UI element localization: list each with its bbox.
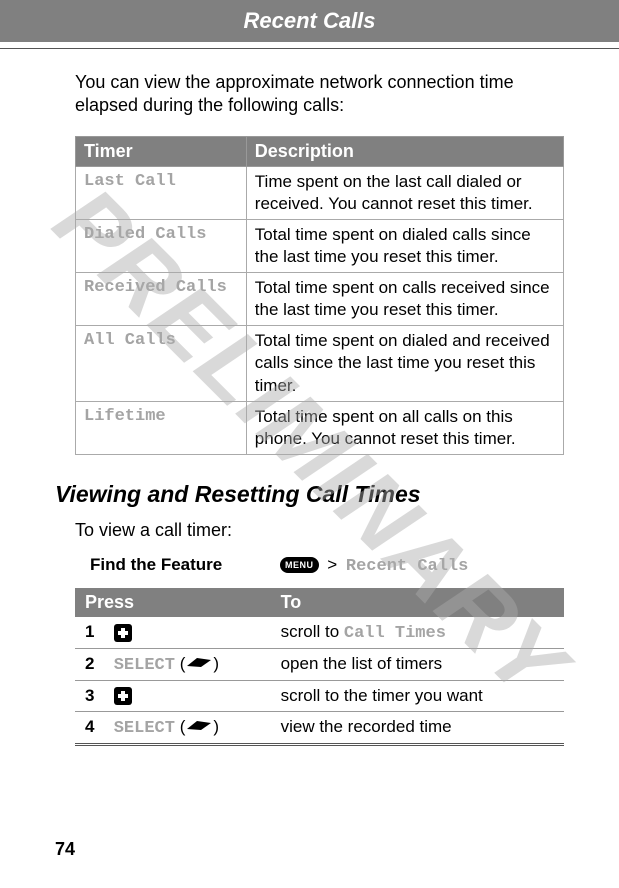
step-number: 2 bbox=[85, 654, 109, 674]
table-row: 1 scroll to Call Times bbox=[75, 617, 564, 649]
timer-desc: Total time spent on dialed calls since t… bbox=[246, 219, 563, 272]
breadcrumb-separator: > bbox=[327, 555, 337, 574]
table-row: 4 SELECT () view the recorded time bbox=[75, 711, 564, 744]
table-row: Last Call Time spent on the last call di… bbox=[76, 166, 564, 219]
to-cell: view the recorded time bbox=[271, 711, 564, 744]
press-cell: 2 SELECT () bbox=[75, 648, 271, 680]
timer-name: Received Calls bbox=[76, 273, 247, 326]
timer-desc: Total time spent on dialed and received … bbox=[246, 326, 563, 401]
dpad-icon bbox=[114, 687, 132, 705]
table-row: Received Calls Total time spent on calls… bbox=[76, 273, 564, 326]
softkey-icon bbox=[185, 654, 213, 674]
timer-name: Dialed Calls bbox=[76, 219, 247, 272]
header-divider bbox=[0, 48, 619, 49]
paren: ) bbox=[213, 654, 219, 673]
section-heading: Viewing and Resetting Call Times bbox=[55, 481, 564, 508]
find-feature-path: MENU > Recent Calls bbox=[280, 555, 468, 576]
timer-description-table: Timer Description Last Call Time spent o… bbox=[75, 136, 564, 455]
table-row: Dialed Calls Total time spent on dialed … bbox=[76, 219, 564, 272]
press-cell: 1 bbox=[75, 617, 271, 649]
to-cell: scroll to Call Times bbox=[271, 617, 564, 649]
table-header-to: To bbox=[271, 588, 564, 617]
dpad-icon bbox=[114, 624, 132, 642]
to-text: scroll to bbox=[281, 622, 344, 641]
find-feature-row: Find the Feature MENU > Recent Calls bbox=[75, 555, 564, 576]
key-label: SELECT bbox=[114, 656, 175, 675]
timer-name: All Calls bbox=[76, 326, 247, 401]
press-cell: 4 SELECT () bbox=[75, 711, 271, 744]
timer-name: Lifetime bbox=[76, 401, 247, 454]
to-mono: Call Times bbox=[344, 624, 446, 643]
to-cell: open the list of timers bbox=[271, 648, 564, 680]
timer-desc: Total time spent on calls received since… bbox=[246, 273, 563, 326]
timer-desc: Total time spent on all calls on this ph… bbox=[246, 401, 563, 454]
step-number: 3 bbox=[85, 686, 109, 706]
press-cell: 3 bbox=[75, 680, 271, 711]
table-header-description: Description bbox=[246, 136, 563, 166]
table-row: Lifetime Total time spent on all calls o… bbox=[76, 401, 564, 454]
table-row: All Calls Total time spent on dialed and… bbox=[76, 326, 564, 401]
step-number: 1 bbox=[85, 622, 109, 642]
to-cell: scroll to the timer you want bbox=[271, 680, 564, 711]
menu-path-item: Recent Calls bbox=[346, 557, 468, 576]
table-row: 3 scroll to the timer you want bbox=[75, 680, 564, 711]
intro-paragraph: You can view the approximate network con… bbox=[75, 71, 564, 118]
table-header-timer: Timer bbox=[76, 136, 247, 166]
timer-desc: Time spent on the last call dialed or re… bbox=[246, 166, 563, 219]
header-title: Recent Calls bbox=[243, 8, 375, 33]
section-subtext: To view a call timer: bbox=[75, 520, 564, 541]
key-label: SELECT bbox=[114, 719, 175, 738]
table-row: 2 SELECT () open the list of timers bbox=[75, 648, 564, 680]
paren: ) bbox=[213, 717, 219, 736]
softkey-icon bbox=[185, 717, 213, 737]
table-header-press: Press bbox=[75, 588, 271, 617]
menu-key-icon: MENU bbox=[280, 557, 319, 573]
page-number: 74 bbox=[55, 839, 75, 860]
step-number: 4 bbox=[85, 717, 109, 737]
press-to-table: Press To 1 scroll to Call Times 2 SELECT… bbox=[75, 588, 564, 746]
timer-name: Last Call bbox=[76, 166, 247, 219]
page-header: Recent Calls bbox=[0, 0, 619, 42]
find-feature-label: Find the Feature bbox=[90, 555, 280, 575]
